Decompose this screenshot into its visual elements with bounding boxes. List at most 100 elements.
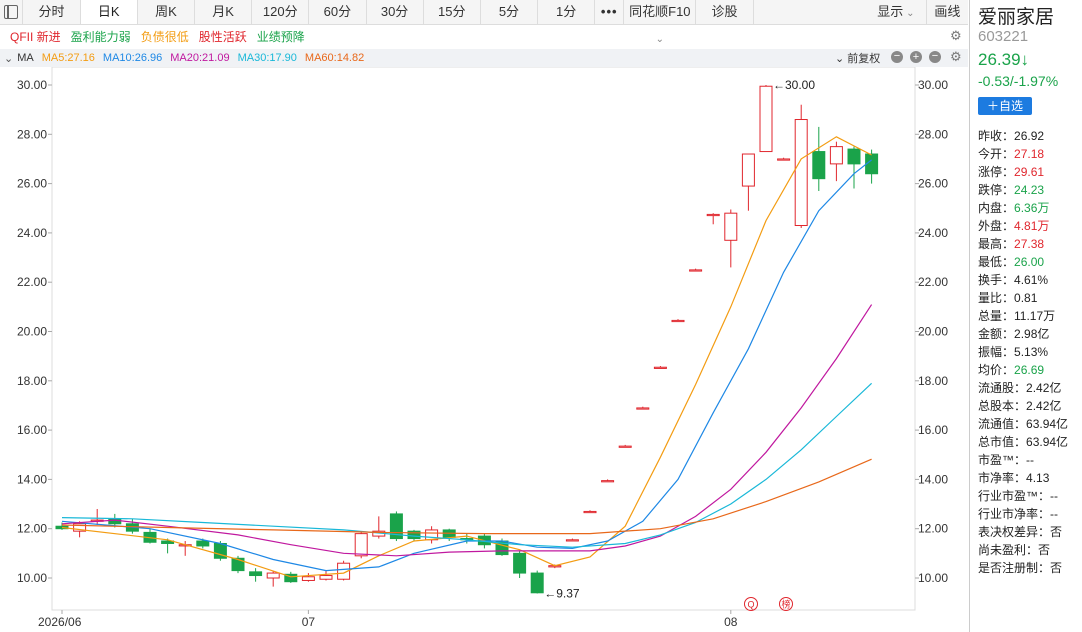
quote-row: 量比：0.81 xyxy=(978,289,1082,307)
quote-row: 尚未盈利：否 xyxy=(978,541,1082,559)
tab-monthly-k[interactable]: 月K xyxy=(195,0,253,24)
quote-label: 跌停： xyxy=(978,183,1015,197)
quote-value: 否 xyxy=(1050,561,1063,575)
quote-label: 尚未盈利： xyxy=(978,543,1039,557)
quote-row: 均价：26.69 xyxy=(978,361,1082,379)
quote-value: 26.92 xyxy=(1014,129,1045,143)
quote-row: 市净率：4.13 xyxy=(978,469,1082,487)
tag-profitability[interactable]: 盈利能力弱 xyxy=(71,28,131,45)
candle-body xyxy=(530,572,544,594)
candle-body xyxy=(196,540,210,547)
quote-row: 金额：2.98亿 xyxy=(978,325,1082,343)
candle-body xyxy=(847,148,861,165)
down-arrow-icon: ↓ xyxy=(1020,50,1030,69)
event-marker-label: Q xyxy=(747,600,754,610)
candle-body xyxy=(829,146,843,165)
tab-intraday[interactable]: 分时 xyxy=(23,0,81,24)
quote-value: -- xyxy=(1050,507,1059,521)
candle-body xyxy=(724,212,738,241)
tab-120min[interactable]: 120分 xyxy=(252,0,310,24)
candle-body xyxy=(706,213,720,217)
quote-value: 29.61 xyxy=(1014,165,1045,179)
quote-row: 流通股：2.42亿 xyxy=(978,379,1082,397)
quote-value: 2.42亿 xyxy=(1026,381,1062,395)
add-to-watchlist-button[interactable]: ＋自选 xyxy=(978,97,1032,115)
quote-value: 24.23 xyxy=(1014,183,1045,197)
event-marker-label: 榜 xyxy=(781,599,790,610)
ma-settings-gear-icon[interactable]: ⚙ xyxy=(950,49,962,65)
plot-frame xyxy=(51,67,916,611)
y-tick-label-right: 20.00 xyxy=(918,325,948,339)
quote-label: 行业市净率： xyxy=(978,507,1051,521)
quote-label: 振幅： xyxy=(978,345,1015,359)
tab-weekly-k[interactable]: 周K xyxy=(138,0,195,24)
zoom-out-icon[interactable]: − xyxy=(891,51,903,63)
stock-change: -0.53/-1.97% xyxy=(978,73,1059,89)
kline-chart[interactable]: 30.00 30.00 28.00 28.00 26.00 26.00 24.00 24.00… xyxy=(0,67,968,632)
candle-body xyxy=(777,158,791,161)
quote-list: 昨收：26.92 今开：27.18 涨停：29.61 跌停：24.23 内盘：6.36万… xyxy=(978,127,1082,577)
tag-debt[interactable]: 负债很低 xyxy=(141,28,189,45)
y-tick-label-left: 28.00 xyxy=(17,127,47,141)
candle-body xyxy=(653,366,667,369)
quote-label: 昨收： xyxy=(978,129,1015,143)
y-tick-label-left: 22.00 xyxy=(17,275,47,289)
tab-60min[interactable]: 60分 xyxy=(309,0,367,24)
chevron-down-icon[interactable]: ⌄ xyxy=(4,52,13,65)
y-tick-label-right: 24.00 xyxy=(918,226,948,240)
display-dropdown[interactable]: 显示 ⌄ xyxy=(866,0,927,24)
quote-value: 4.81万 xyxy=(1014,219,1050,233)
x-tick-label: 2026/06 xyxy=(38,615,82,629)
ma10-value: MA10:26.96 xyxy=(102,52,163,64)
tag-activity[interactable]: 股性活跃 xyxy=(199,28,247,45)
y-tick-label-left: 18.00 xyxy=(17,374,47,388)
quote-label: 表决权差异： xyxy=(978,525,1051,539)
quote-value: 26.69 xyxy=(1014,363,1045,377)
quote-value: 4.13 xyxy=(1026,471,1050,485)
tab-1min[interactable]: 1分 xyxy=(538,0,596,24)
tag-qfii[interactable]: QFII 新进 xyxy=(10,28,61,45)
quote-row: 总量：11.17万 xyxy=(978,307,1082,325)
tab-30min[interactable]: 30分 xyxy=(367,0,424,24)
diagnose-button[interactable]: 诊股 xyxy=(696,0,754,24)
tab-5min[interactable]: 5分 xyxy=(481,0,539,24)
display-label: 显示 xyxy=(877,4,904,19)
f10-label: 同花顺F10 xyxy=(629,4,691,19)
candle-body xyxy=(689,269,703,272)
quote-label: 外盘： xyxy=(978,219,1015,233)
ma-name[interactable]: MA xyxy=(17,52,34,64)
tab-daily-k[interactable]: 日K xyxy=(80,0,138,24)
quote-row: 行业市盈™：-- xyxy=(978,487,1082,505)
candle-body xyxy=(583,510,597,514)
candle-body xyxy=(618,445,632,448)
x-tick-label: 08 xyxy=(724,615,738,629)
draw-button[interactable]: 画线 xyxy=(927,0,968,24)
quote-value: 否 xyxy=(1038,543,1051,557)
quote-row: 今开：27.18 xyxy=(978,145,1082,163)
y-tick-label-left: 26.00 xyxy=(17,177,47,191)
x-tick-label: 07 xyxy=(302,615,316,629)
minus-icon[interactable]: − xyxy=(929,51,941,63)
tag-earnings[interactable]: 业绩预降 xyxy=(257,28,305,45)
candle-body xyxy=(354,533,368,557)
adjust-mode-dropdown[interactable]: ⌄ 前复权 xyxy=(835,50,880,66)
quote-value: 4.61% xyxy=(1014,273,1049,287)
quote-label: 内盘： xyxy=(978,201,1015,215)
quote-label: 总股本： xyxy=(978,399,1027,413)
y-tick-label-left: 16.00 xyxy=(17,423,47,437)
y-tick-label-left: 10.00 xyxy=(17,571,47,585)
y-tick-label-left: 20.00 xyxy=(17,325,47,339)
more-periods-button[interactable]: ••• xyxy=(595,0,625,24)
toolbar-spacer xyxy=(753,0,866,24)
tab-15min[interactable]: 15分 xyxy=(424,0,481,24)
sidebar-toggle-icon[interactable] xyxy=(0,0,24,24)
candle-body xyxy=(513,552,527,574)
zoom-in-icon[interactable]: + xyxy=(910,51,922,63)
y-tick-label-right: 14.00 xyxy=(918,472,948,486)
y-tick-label-right: 10.00 xyxy=(918,571,948,585)
quote-label: 最低： xyxy=(978,255,1015,269)
f10-dropdown[interactable]: 同花顺F10 ⌄ xyxy=(624,0,697,45)
chevron-down-icon: ⌄ xyxy=(903,8,915,19)
quote-row: 市盈™：-- xyxy=(978,451,1082,469)
gear-icon[interactable]: ⚙ xyxy=(950,28,962,44)
